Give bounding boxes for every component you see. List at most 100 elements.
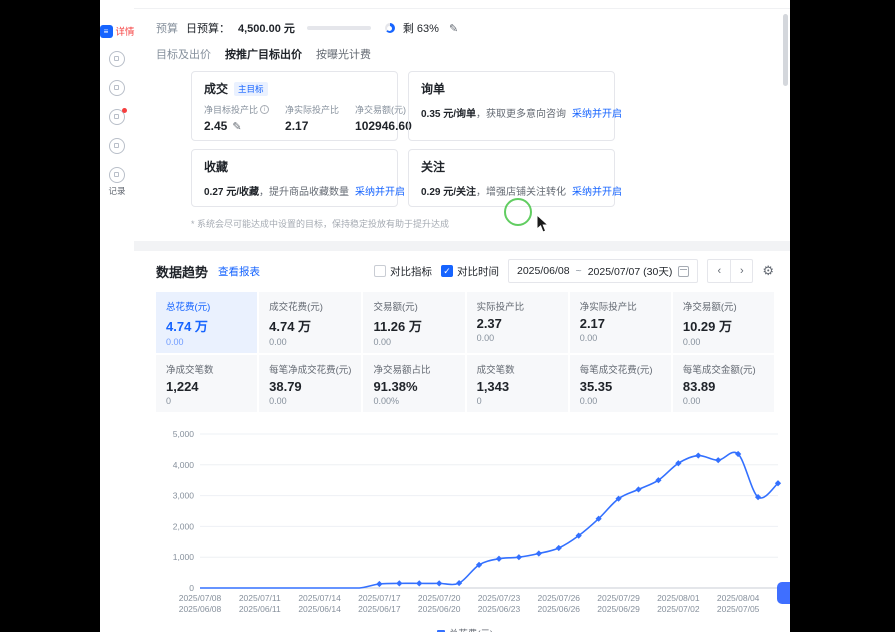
- metric-card-12[interactable]: 每笔成交金额(元)83.890.00: [673, 355, 774, 412]
- metric-compare-value: 0: [477, 396, 558, 406]
- metric-label: 交易额(元): [373, 299, 454, 313]
- svg-text:2025/06/29: 2025/06/29: [597, 604, 640, 614]
- svg-text:2025/06/08: 2025/06/08: [179, 604, 222, 614]
- metric-value: 1,343: [477, 379, 558, 394]
- metric-card-7[interactable]: 净成交笔数1,2240: [156, 355, 257, 412]
- sidebar-item-record[interactable]: 记录: [108, 167, 125, 197]
- metric-compare-value: 0.00: [683, 337, 764, 347]
- adopt-enable-link[interactable]: 采纳并开启: [572, 187, 622, 198]
- metric-card-1[interactable]: 总花费(元)4.74 万0.00: [156, 292, 257, 353]
- svg-text:2025/06/17: 2025/06/17: [358, 604, 401, 614]
- metric-label: 实际投产比: [477, 299, 558, 313]
- stat-actual-roi: 净实际投产比 2.17: [285, 103, 339, 133]
- sidebar-item-5[interactable]: [109, 138, 125, 154]
- card-title: 收藏: [204, 158, 228, 175]
- svg-text:4,000: 4,000: [173, 460, 195, 470]
- metric-compare-value: 0.00: [373, 337, 454, 347]
- metric-compare-value: 0.00: [683, 396, 764, 406]
- screen: ≡ 详情 记录: [0, 0, 895, 632]
- compare-time-checkbox[interactable]: ✓: [441, 265, 453, 277]
- metric-compare-value: 0.00: [477, 333, 558, 343]
- metric-card-9[interactable]: 净交易额占比91.38%0.00%: [363, 355, 464, 412]
- metric-value: 1,224: [166, 379, 247, 394]
- tab-bid-by-exposure[interactable]: 按曝光计费: [316, 46, 371, 62]
- date-separator: ~: [576, 265, 582, 277]
- sidebar-item-3[interactable]: [109, 80, 125, 96]
- metric-compare-value: 0.00: [580, 396, 661, 406]
- metric-compare-value: 0.00: [166, 337, 247, 347]
- metric-value: 2.17: [580, 316, 661, 331]
- floating-side-button[interactable]: [777, 582, 790, 604]
- metric-value: 91.38%: [373, 379, 454, 394]
- metric-value: 35.35: [580, 379, 661, 394]
- sidebar-item-label: 详情: [116, 24, 135, 38]
- compare-metric-label: 对比指标: [390, 264, 432, 279]
- daily-budget-value: 4,500.00 元: [238, 20, 295, 36]
- metric-label: 净交易额(元): [683, 299, 764, 313]
- gear-icon[interactable]: ⚙: [762, 263, 774, 279]
- metric-card-10[interactable]: 成交笔数1,3430: [467, 355, 568, 412]
- compare-date-range-picker[interactable]: 2025/06/08 ~ 2025/07/07 (30天): [508, 259, 698, 283]
- metric-label: 净实际投产比: [580, 299, 661, 313]
- budget-row: 预算 日预算： 4,500.00 元 剩 63% ✎: [156, 20, 790, 36]
- tab-bid-by-goal[interactable]: 按推广目标出价: [225, 46, 302, 62]
- svg-text:2,000: 2,000: [173, 521, 195, 531]
- sidebar-item-2[interactable]: [109, 51, 125, 67]
- line-chart: 01,0002,0003,0004,0005,0002025/07/082025…: [156, 424, 788, 624]
- svg-text:2025/06/11: 2025/06/11: [239, 604, 281, 614]
- desc-text: ，获取更多意向咨询: [476, 109, 566, 120]
- stat-value: 2.45: [204, 119, 227, 133]
- prev-period-button[interactable]: ‹: [708, 260, 730, 282]
- system-note: * 系统会尽可能达成中设置的目标，保持稳定投放有助于提升达成: [191, 217, 790, 230]
- goal-card-follow: 关注 0.29 元/关注，增强店铺关注转化采纳并开启: [408, 149, 615, 207]
- metric-compare-value: 0.00: [269, 396, 351, 406]
- svg-text:2025/07/29: 2025/07/29: [597, 593, 640, 603]
- overview-icon: [109, 51, 125, 67]
- budget-slider[interactable]: [307, 26, 371, 30]
- sidebar-item-4[interactable]: [109, 109, 125, 125]
- creative-icon: [109, 138, 125, 154]
- edit-budget-icon[interactable]: ✎: [449, 22, 458, 35]
- svg-text:3,000: 3,000: [173, 491, 195, 501]
- scrollbar-thumb[interactable]: [783, 14, 788, 86]
- metric-card-11[interactable]: 每笔成交花费(元)35.350.00: [570, 355, 671, 412]
- trend-header: 数据趋势 查看报表 对比指标 ✓ 对比时间 2025/06/08: [156, 259, 774, 283]
- metric-label: 每笔净成交花费(元): [269, 362, 351, 376]
- metric-card-3[interactable]: 交易额(元)11.26 万0.00: [363, 292, 464, 353]
- metric-card-5[interactable]: 净实际投产比2.170.00: [570, 292, 671, 353]
- next-period-button[interactable]: ›: [730, 260, 752, 282]
- primary-goal-badge: 主目标: [234, 82, 268, 96]
- compare-time-label: 对比时间: [457, 264, 499, 279]
- compare-time-toggle[interactable]: ✓ 对比时间: [441, 264, 499, 279]
- chart-legend: 总花费(元): [156, 626, 774, 632]
- info-icon[interactable]: i: [260, 105, 269, 114]
- view-report-link[interactable]: 查看报表: [218, 264, 260, 279]
- metric-value: 2.37: [477, 316, 558, 331]
- adopt-enable-link[interactable]: 采纳并开启: [572, 109, 622, 120]
- stat-label: 净目标投产比: [204, 103, 258, 116]
- compare-metric-toggle[interactable]: 对比指标: [374, 264, 432, 279]
- metric-label: 净交易额占比: [373, 362, 454, 376]
- metric-card-8[interactable]: 每笔净成交花费(元)38.790.00: [259, 355, 361, 412]
- card-title: 询单: [421, 80, 445, 97]
- plan-detail-panel: ≡ 详情 记录: [100, 0, 790, 632]
- svg-text:1,000: 1,000: [173, 552, 195, 562]
- goal-card-deal: 成交 主目标 净目标投产比i 2.45✎ 净实际投产比 2.17: [191, 71, 398, 141]
- budget-remaining-gauge-icon: [385, 23, 395, 33]
- compare-metric-checkbox[interactable]: [374, 265, 386, 277]
- metric-value: 83.89: [683, 379, 764, 394]
- metric-card-4[interactable]: 实际投产比 2.37 0.00: [467, 292, 568, 353]
- svg-text:2025/08/04: 2025/08/04: [717, 593, 760, 603]
- adopt-enable-link[interactable]: 采纳并开启: [355, 187, 405, 198]
- stat-value: 2.17: [285, 119, 308, 133]
- stat-label: 净实际投产比: [285, 103, 339, 116]
- goal-card-inquiry: 询单 0.35 元/询单，获取更多意向咨询采纳并开启: [408, 71, 615, 141]
- svg-text:2025/06/23: 2025/06/23: [478, 604, 521, 614]
- metric-card-6[interactable]: 净交易额(元)10.29 万0.00: [673, 292, 774, 353]
- goal-cards-grid: 成交 主目标 净目标投产比i 2.45✎ 净实际投产比 2.17: [191, 71, 615, 207]
- metric-label: 净成交笔数: [166, 362, 247, 376]
- edit-roi-icon[interactable]: ✎: [232, 120, 241, 133]
- stat-label: 净交易额(元): [355, 103, 406, 116]
- metric-card-2[interactable]: 成交花费(元)4.74 万0.00: [259, 292, 361, 353]
- sidebar-item-detail[interactable]: ≡ 详情: [100, 24, 135, 38]
